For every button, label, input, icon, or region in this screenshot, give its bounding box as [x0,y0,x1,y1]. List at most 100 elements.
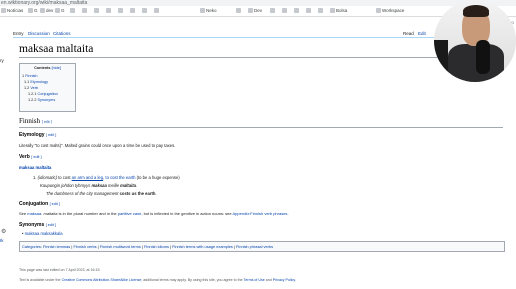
usage-translation: The dumbness of the city management cost… [46,191,157,196]
bookmark-icon [94,8,99,14]
bookmark-icon [154,8,159,14]
conjugation-link[interactable]: maksaa [27,211,41,216]
section-heading-finnish: Finnish [ edit ] [19,117,52,125]
edit-link[interactable]: [ edit ] [31,155,41,159]
bookmark-item[interactable]: G [28,6,38,16]
table-of-contents: Contents [hide] 1 Finnish 1.1 Etymology … [19,63,76,112]
google-icon [28,8,33,14]
bookmark-icon [40,8,45,14]
bookmark-icon [376,8,381,14]
gear-icon[interactable]: ⚙ [1,228,6,235]
category-link[interactable]: Finnish verbs [73,244,96,249]
section-heading-conjugation: Conjugation [ edit ] [19,201,60,207]
tab-edit[interactable]: Edit [418,31,426,36]
category-link[interactable]: Finnish terms with usage examples [172,244,233,249]
etymology-text: Literally "to cost malts)". Malted grain… [19,143,176,148]
categories-box: Categories: Finnish lemmas | Finnish ver… [19,241,505,252]
edit-link[interactable]: [ edit ] [46,133,56,137]
bookmark-item[interactable]: dev [40,6,53,16]
category-link[interactable]: Finnish multiword terms [100,244,141,249]
toc-hide-toggle[interactable]: [hide] [52,66,61,70]
tab-entry[interactable]: Entry [13,31,24,36]
license-link[interactable]: Creative Commons Attribution-ShareAlike … [62,278,142,282]
bookmark-item[interactable] [130,6,136,16]
bookmark-item[interactable] [154,6,160,16]
bookmark-icon [82,8,87,14]
categories-label[interactable]: Categories [22,244,41,249]
bookmark-item[interactable]: G [55,6,65,16]
bookmark-item[interactable] [106,6,112,16]
bookmark-icon [130,8,135,14]
microphone-icon [476,40,490,74]
definition-link[interactable]: to cost the earth [105,175,135,180]
section-heading-synonyms: Synonyms [ edit ] [19,222,57,228]
headword[interactable]: maksaa maltaita [19,165,51,170]
category-link[interactable]: Finnish phrasal verbs [236,244,273,249]
bookmark-icon [306,8,311,14]
synonym-item: • maksaa maksakkala [22,231,63,236]
bookmark-item[interactable] [118,6,124,16]
bookmark-item[interactable] [82,6,88,16]
bookmark-item[interactable] [270,6,276,16]
bookmark-icon [270,8,275,14]
bookmark-item[interactable] [306,6,312,16]
toc-item[interactable]: 1.1 Etymology [24,80,48,85]
toc-header: Contents [hide] [20,66,75,71]
tab-citations[interactable]: Citations [53,31,71,36]
bookmark-icon [70,8,75,14]
bookmark-icon [106,8,111,14]
bookmark-item[interactable] [318,6,324,16]
synonym-link[interactable]: maksaa maksakkala [25,231,63,236]
bookmark-icon [330,8,335,14]
sidebar-fragment: ry [0,58,4,63]
bookmark-item[interactable] [142,6,148,16]
toc-item[interactable]: 1 Finnish [22,74,37,79]
definition-link[interactable]: an arm and a leg [72,175,103,180]
edit-link[interactable]: [ edit ] [42,120,52,124]
toc-title: Contents [34,66,51,70]
bookmark-icon [142,8,147,14]
footer-license: Text is available under the Creative Com… [19,278,296,282]
section-divider [19,127,503,128]
conjugation-link[interactable]: Appendix:Finnish verb phrases [233,211,288,216]
tab-read[interactable]: Read [403,31,414,36]
sidebar-fragment[interactable]: Ik [0,238,4,243]
bookmark-item[interactable]: Bolsa [330,6,347,16]
bookmark-icon [1,8,6,14]
section-heading-etymology: Etymology [ edit ] [19,132,57,138]
toc-item[interactable]: 1.2.2 Synonyms [28,98,55,103]
bookmark-icon [248,8,253,14]
bookmark-item[interactable]: Workspace [376,6,404,16]
conjugation-link[interactable]: partitive case [118,211,142,216]
bookmark-item[interactable] [294,6,300,16]
tab-discussion[interactable]: Discussion [28,31,50,36]
tab-divider [13,37,503,38]
bookmark-item[interactable]: Notícias [1,6,23,16]
toc-item[interactable]: 1.2.1 Conjugation [28,92,58,97]
bookmark-item[interactable] [236,6,242,16]
terms-link[interactable]: Terms of Use [244,278,265,282]
category-link[interactable]: Finnish lemmas [43,244,70,249]
toc-item[interactable]: 1.2 Verb [24,86,38,91]
section-heading-verb: Verb [ edit ] [19,154,42,160]
category-link[interactable]: Finnish idioms [144,244,169,249]
bookmark-item[interactable] [282,6,288,16]
bookmark-item[interactable]: Dev [248,6,262,16]
page-title: maksaa maltaita [19,43,94,55]
edit-link[interactable]: [ edit ] [50,202,60,206]
definition: 1. (idiomatic) to cost an arm and a leg,… [33,175,180,180]
google-icon [55,8,60,14]
bookmark-item[interactable]: Neko [200,6,217,16]
edit-link[interactable]: [ edit ] [46,223,56,227]
webcam-overlay [434,0,516,82]
bookmark-item[interactable] [94,6,100,16]
bookmark-icon [200,8,205,14]
footer-last-edited: This page was last edited on 7 April 202… [19,268,101,272]
bookmark-item[interactable] [70,6,76,16]
title-divider [19,57,503,58]
conjugation-text: See maksaa. maltaita is in the plural nu… [19,211,289,216]
usage-example: Kaupungin johdon tyhmyys maksaa meille m… [40,183,138,188]
phone-shape [434,40,448,80]
privacy-link[interactable]: Privacy Policy [273,278,295,282]
bookmark-icon [236,8,241,14]
